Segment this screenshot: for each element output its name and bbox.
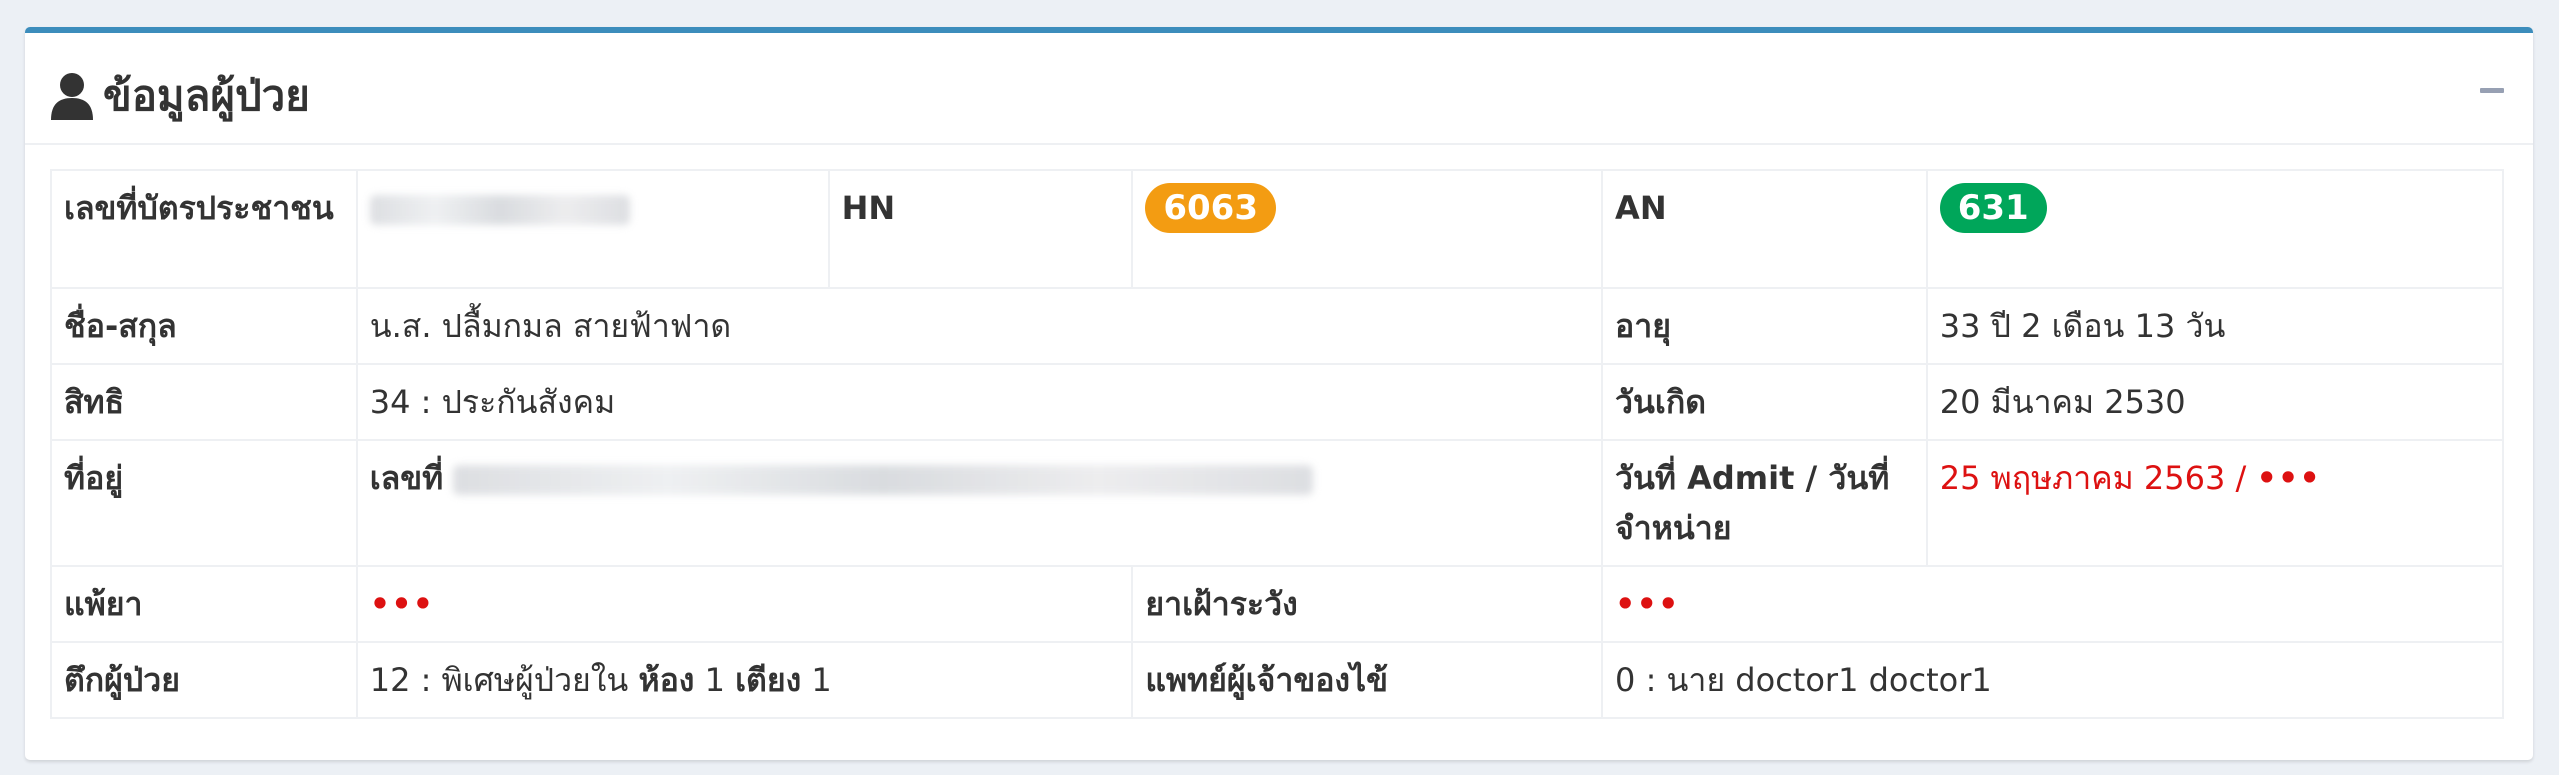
box-header: ข้อมูลผู้ป่วย xyxy=(25,33,2533,145)
age-value: 33 ปี 2 เดือน 13 วัน xyxy=(1925,287,2505,365)
name-label: ชื่อ-สกุล xyxy=(50,287,358,365)
right-label: สิทธิ xyxy=(50,363,358,441)
room-label: ห้อง xyxy=(638,661,695,699)
table-row: ชื่อ-สกุล น.ส. ปลื้มกมล สายฟ้าฟาด อายุ 3… xyxy=(50,287,2505,365)
hn-label: HN xyxy=(827,169,1134,289)
table-row: แพ้ยา ••• ยาเฝ้าระวัง ••• xyxy=(50,565,2504,643)
collapse-button[interactable] xyxy=(2479,77,2505,103)
an-badge: 631 xyxy=(1939,183,2047,233)
table-row: ที่อยู่ เลขที่ วันที่ Admit / วันที่จำหน… xyxy=(50,439,2505,567)
table-row: เลขที่บัตรประชาชน HN 6063 AN 631 xyxy=(50,169,2505,289)
allergy-label: แพ้ยา xyxy=(50,565,358,643)
bed-value: 1 xyxy=(811,661,832,699)
ward-value: 12 : พิเศษผู้ป่วยใน xyxy=(369,661,629,699)
address-label: ที่อยู่ xyxy=(50,439,358,567)
birth-label: วันเกิด xyxy=(1601,363,1928,441)
ward-label: ตึกผู้ป่วย xyxy=(50,641,358,719)
table-row: ตึกผู้ป่วย 12 : พิเศษผู้ป่วยใน ห้อง 1 เต… xyxy=(50,641,2504,719)
patient-info-table: เลขที่บัตรประชาชน HN 6063 AN 631 ชื่อ-สก… xyxy=(50,169,2505,719)
watch-drug-value: ••• xyxy=(1615,585,1680,623)
table-row: สิทธิ 34 : ประกันสังคม วันเกิด 20 มีนาคม… xyxy=(50,363,2505,441)
right-value: 34 : ประกันสังคม xyxy=(355,363,1604,441)
an-label: AN xyxy=(1601,169,1928,289)
admit-label: วันที่ Admit / วันที่จำหน่าย xyxy=(1601,439,1928,567)
birth-value: 20 มีนาคม 2530 xyxy=(1925,363,2505,441)
doctor-value: 0 : นาย doctor1 doctor1 xyxy=(1601,641,2504,719)
user-icon xyxy=(51,73,93,120)
hn-badge: 6063 xyxy=(1145,183,1276,233)
cid-redacted xyxy=(369,195,630,225)
doctor-label: แพทย์ผู้เจ้าของไข้ xyxy=(1131,641,1604,719)
patient-info-box: ข้อมูลผู้ป่วย เลขที่บัตรประชาชน HN 6063 … xyxy=(25,27,2533,760)
age-label: อายุ xyxy=(1601,287,1928,365)
cid-label: เลขที่บัตรประชาชน xyxy=(50,169,358,289)
discharge-date: ••• xyxy=(2256,459,2321,497)
minus-icon xyxy=(2480,87,2504,93)
watch-drug-label: ยาเฝ้าระวัง xyxy=(1131,565,1604,643)
address-redacted xyxy=(453,465,1314,495)
room-value: 1 xyxy=(704,661,725,699)
bed-label: เตียง xyxy=(735,661,802,699)
allergy-value: ••• xyxy=(369,585,435,623)
admit-date: 25 พฤษภาคม 2563 / xyxy=(1939,459,2257,497)
address-prefix: เลขที่ xyxy=(369,459,444,497)
cid-value xyxy=(355,169,830,289)
name-value: น.ส. ปลื้มกมล สายฟ้าฟาด xyxy=(355,287,1604,365)
box-title-text: ข้อมูลผู้ป่วย xyxy=(103,71,310,120)
box-title: ข้อมูลผู้ป่วย xyxy=(49,63,310,129)
